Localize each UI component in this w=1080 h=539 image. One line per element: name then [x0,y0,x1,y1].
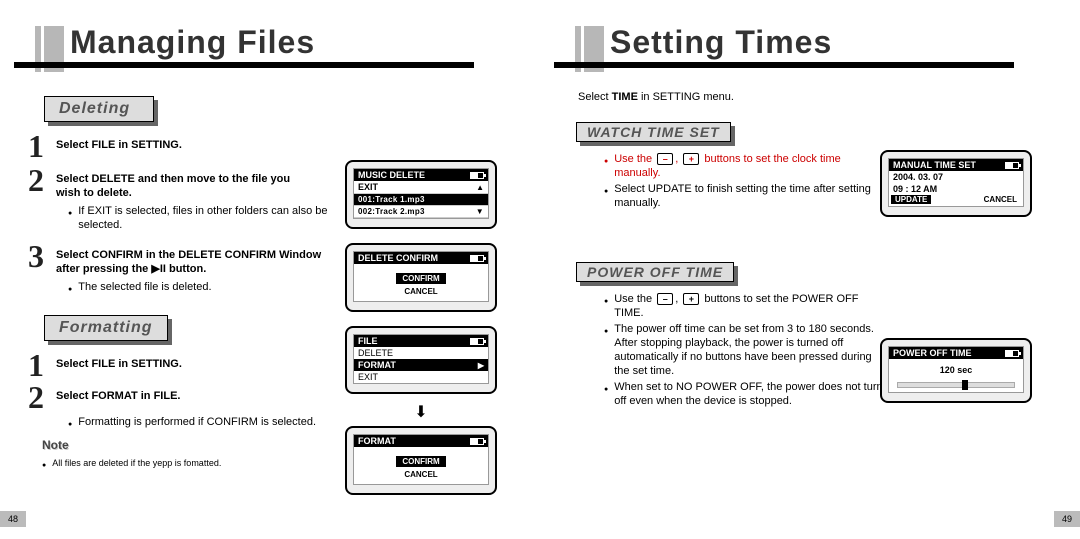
power-off-value: 120 sec [889,359,1023,376]
battery-icon [470,438,484,445]
deleting-step-2-note: If EXIT is selected, files in other fold… [68,204,328,232]
power-bullet-2: The power off time can be set from 3 to … [604,322,884,378]
header-rule [554,62,1014,68]
page-title: Managing Files [70,24,315,61]
deleting-step-2: 2 Select DELETE and then move to the fil… [28,166,328,200]
deleting-step-3: 3 Select CONFIRM in the DELETE CONFIRM W… [28,242,328,276]
deleting-heading: Deleting [44,96,154,122]
power-off-slider [897,382,1015,388]
formatting-step-2: 2 Select FORMAT in FILE. [28,383,328,411]
battery-icon [470,338,484,345]
battery-icon [470,172,484,179]
page-title: Setting Times [610,24,832,61]
lcd-power-off-time: POWER OFF TIME 120 sec [880,338,1032,403]
page-number: 48 [0,511,26,527]
arrow-down-icon: ⬇ [345,402,497,422]
power-bullet-3: When set to NO POWER OFF, the power does… [604,380,884,408]
lcd-delete-confirm: DELETE CONFIRM CONFIRM CANCEL [345,243,497,312]
formatting-step-1: 1 Select FILE in SETTING. [28,351,328,379]
lcd-manual-time-set: MANUAL TIME SET 2004. 03. 07 09 : 12 AM … [880,150,1032,217]
power-off-time-heading: POWER OFF TIME [576,262,734,282]
minus-icon: – [657,293,673,305]
update-option: UPDATE [891,195,931,204]
intro-text: Select TIME in SETTING menu. [578,90,1064,104]
header-rule [14,62,474,68]
plus-icon: + [683,153,699,165]
deleting-step-1: 1 Select FILE in SETTING. [28,132,328,160]
power-bullet-1: Use the –, + buttons to set the POWER OF… [604,292,884,320]
page-number: 49 [1054,511,1080,527]
battery-icon [470,255,484,262]
deleting-step-3-note: The selected file is deleted. [68,280,328,297]
cancel-option: CANCEL [980,195,1021,204]
watch-bullet-1: Use the –, + buttons to set the clock ti… [604,152,884,180]
battery-icon [1005,162,1019,169]
minus-icon: – [657,153,673,165]
formatting-heading: Formatting [44,315,168,341]
lcd-format-confirm: FORMAT CONFIRM CANCEL [345,426,497,495]
page-49: Setting Times Select TIME in SETTING men… [540,0,1080,539]
battery-icon [1005,350,1019,357]
watch-bullet-2: Select UPDATE to finish setting the time… [604,182,884,210]
watch-time-set-heading: WATCH TIME SET [576,122,731,142]
page-48: Managing Files Deleting 1 Select FILE in… [0,0,540,539]
lcd-file-menu: FILE DELETE FORMAT▶ EXIT [345,326,497,394]
formatting-step-2-note: Formatting is performed if CONFIRM is se… [68,415,328,432]
plus-icon: + [683,293,699,305]
lcd-music-delete: MUSIC DELETE EXIT▲ 001:Track 1.mp3 002:T… [345,160,497,229]
